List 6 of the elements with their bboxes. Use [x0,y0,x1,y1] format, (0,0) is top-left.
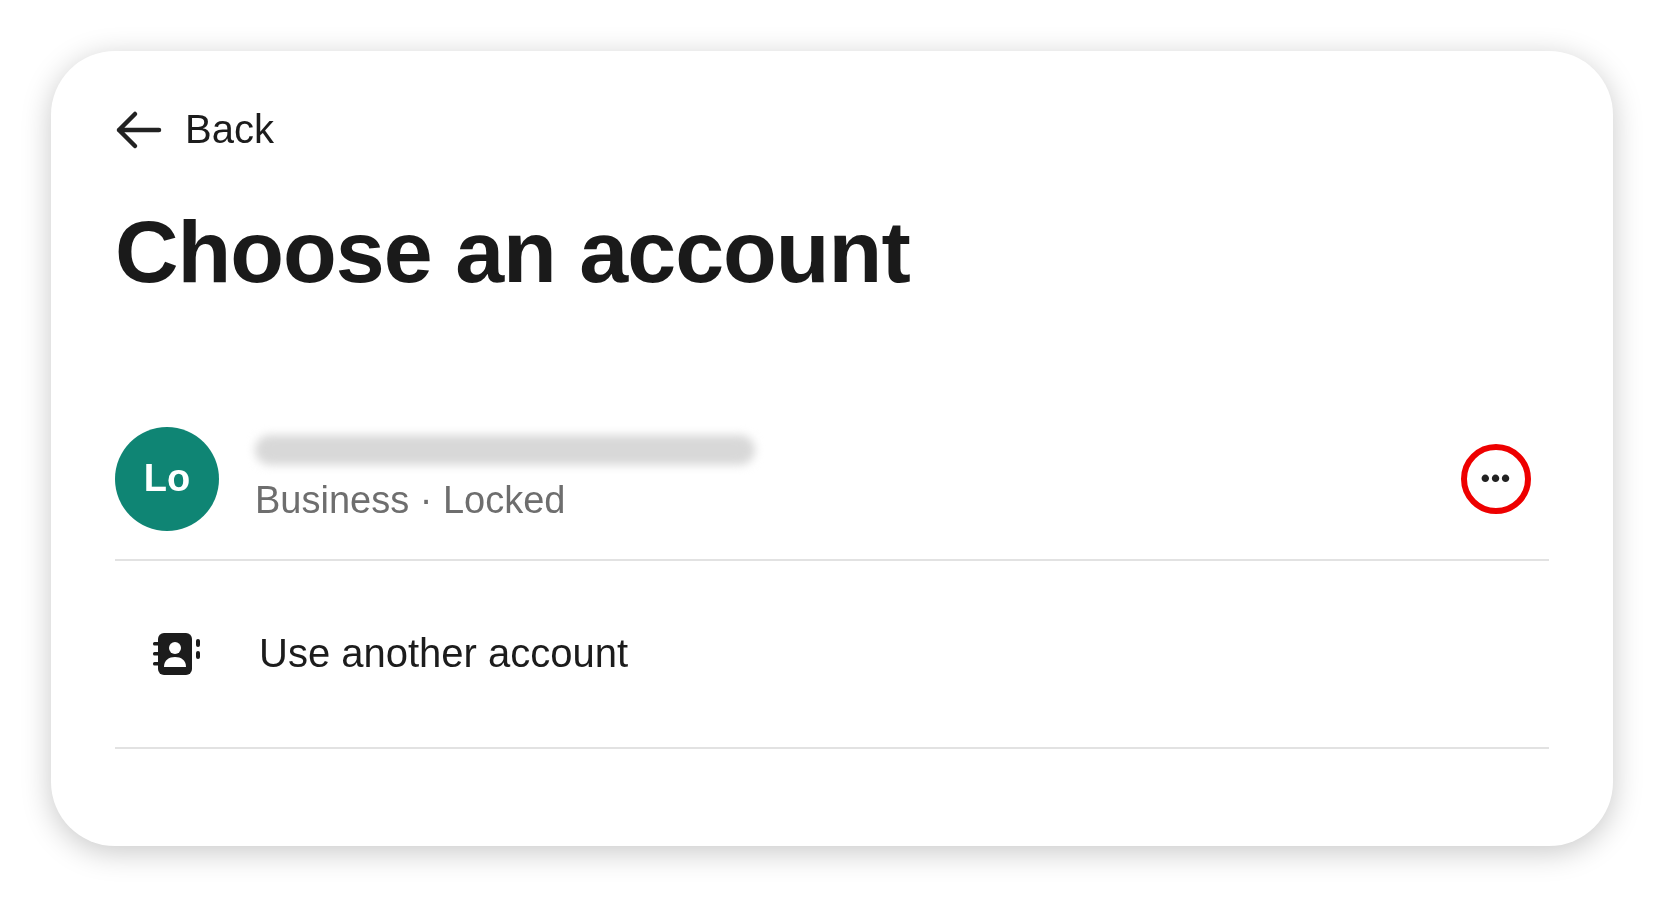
back-button[interactable]: Back [113,107,274,152]
page-title: Choose an account [115,204,911,301]
more-button[interactable]: ••• [1461,443,1531,514]
use-another-account-button[interactable]: Use another account [259,631,629,677]
avatar: Lo [115,426,219,531]
account-status: Business · Locked [255,479,567,523]
